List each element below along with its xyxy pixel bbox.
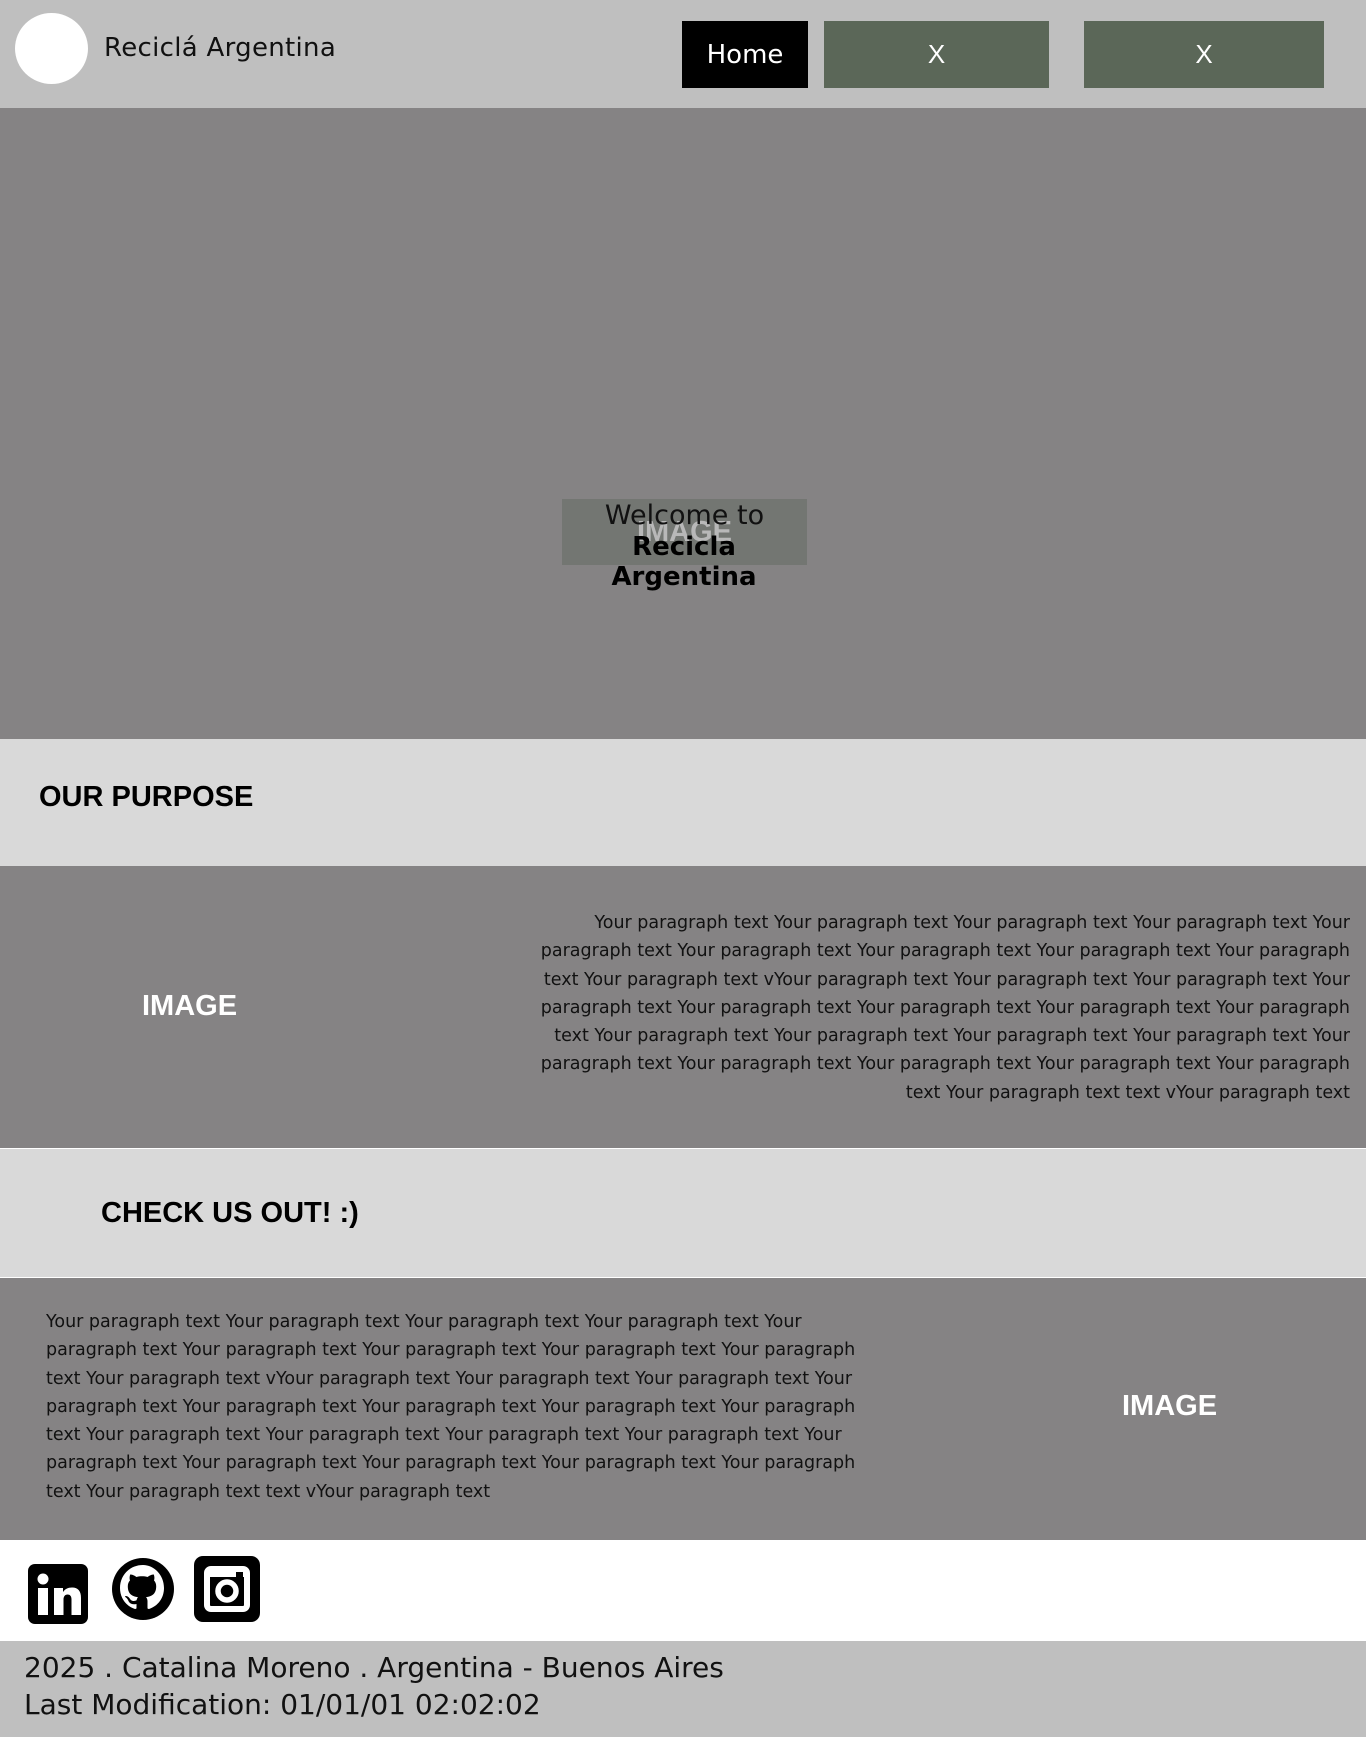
- linkedin-icon[interactable]: [28, 1564, 88, 1624]
- purpose-content: IMAGE Your paragraph text Your paragraph…: [0, 866, 1366, 1148]
- purpose-band: OUR PURPOSE: [0, 739, 1366, 866]
- check-image-placeholder: IMAGE: [1122, 1390, 1218, 1422]
- github-icon[interactable]: [110, 1556, 176, 1622]
- hero-welcome-text: Welcome to: [604, 500, 765, 531]
- nav-home-button[interactable]: Home: [682, 21, 808, 88]
- logo[interactable]: [15, 13, 88, 84]
- instagram-icon[interactable]: [194, 1556, 260, 1622]
- purpose-paragraph: Your paragraph text Your paragraph text …: [540, 913, 1350, 1103]
- social-links: [0, 1540, 1366, 1641]
- site-footer: 2025 . Catalina Moreno . Argentina - Bue…: [0, 1641, 1366, 1737]
- purpose-image-placeholder: IMAGE: [142, 990, 238, 1022]
- check-content: Your paragraph text Your paragraph text …: [0, 1278, 1366, 1540]
- site-header: Reciclá Argentina Home X X: [0, 0, 1366, 108]
- check-paragraph: Your paragraph text Your paragraph text …: [46, 1312, 856, 1502]
- footer-last-modified: Last Modification: 01/01/01 02:02:02: [24, 1688, 541, 1721]
- hero-title: Recicla Argentina: [611, 532, 757, 592]
- hero-section: IMAGE Welcome to Recicla Argentina: [0, 108, 1366, 739]
- nav-button-2[interactable]: X: [1084, 21, 1324, 88]
- footer-credits: 2025 . Catalina Moreno . Argentina - Bue…: [24, 1651, 724, 1684]
- check-heading: CHECK US OUT! :): [101, 1197, 359, 1229]
- check-band: CHECK US OUT! :): [0, 1149, 1366, 1277]
- nav-button-1[interactable]: X: [824, 21, 1049, 88]
- purpose-heading: OUR PURPOSE: [39, 781, 254, 813]
- brand-name: Reciclá Argentina: [104, 33, 337, 63]
